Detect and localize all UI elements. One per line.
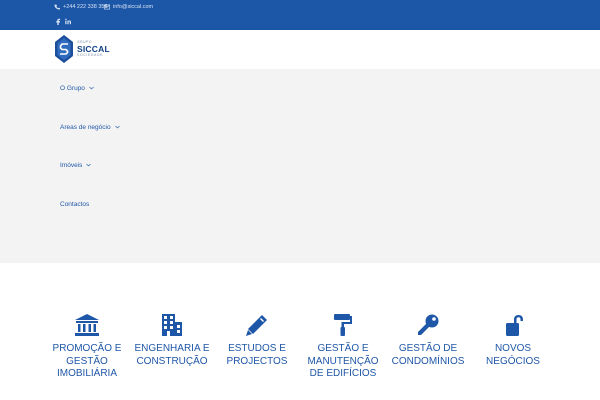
envelope-icon (104, 4, 110, 10)
nav-item-contactos[interactable]: Contactos (60, 198, 89, 210)
services-section: Promoção e Gestão Imobiliária Engenharia… (0, 263, 600, 400)
facebook-icon (56, 18, 61, 25)
service-gestao-manutencao-edificios[interactable]: Gestão e Manutenção de Edifícios (300, 314, 386, 381)
phone-contact[interactable]: +244 222 338 358 (54, 2, 108, 12)
phone-icon (54, 4, 60, 10)
siccal-logo-mark (55, 35, 73, 63)
service-engenharia-construcao[interactable]: Engenharia e Construção (129, 314, 215, 368)
nav-item-imoveis[interactable]: Imóveis (60, 159, 92, 171)
service-estudos-projectos[interactable]: Estudos e Projectos (214, 314, 300, 368)
email-address: info@siccal.com (113, 4, 154, 10)
nav-item-label: O Grupo (60, 84, 85, 92)
logo-sub-text: SOCIEDADE (77, 53, 104, 57)
unlock-icon (506, 315, 523, 336)
service-label: Novos Negócios (486, 343, 540, 367)
service-label: Estudos e Projectos (226, 343, 288, 367)
main-navigation: O Grupo Areas de negócio Imóveis Contact… (0, 69, 600, 263)
service-promocao-gestao-imobiliaria[interactable]: Promoção e Gestão Imobiliária (44, 314, 130, 381)
linkedin-icon (65, 18, 71, 24)
service-label: Engenharia e Construção (134, 343, 210, 367)
service-label: Gestão e Manutenção de Edifícios (307, 343, 379, 379)
service-gestao-condominios[interactable]: Gestão de Condomínios (385, 314, 471, 368)
nav-item-o-grupo[interactable]: O Grupo (60, 82, 94, 94)
phone-number: +244 222 338 358 (63, 4, 108, 10)
paint-roller-icon (334, 314, 352, 336)
building-icon (162, 314, 182, 336)
key-icon (418, 314, 439, 335)
site-logo[interactable]: GRUPO SICCAL SOCIEDADE (55, 34, 125, 64)
logo-wordmark: GRUPO SICCAL SOCIEDADE (77, 40, 110, 58)
top-bar: +244 222 338 358 info@siccal.com (0, 0, 600, 30)
service-label: Gestão de Condomínios (391, 343, 465, 367)
facebook-link[interactable] (55, 16, 61, 26)
service-label: Promoção e Gestão Imobiliária (52, 343, 122, 379)
chevron-down-icon (89, 86, 94, 90)
nav-item-areas-de-negocio[interactable]: Areas de negócio (60, 121, 120, 133)
linkedin-link[interactable] (65, 16, 71, 26)
nav-item-label: Contactos (60, 200, 90, 208)
email-contact[interactable]: info@siccal.com (104, 2, 153, 12)
nav-item-label: Areas de negócio (60, 123, 111, 131)
chevron-down-icon (86, 163, 92, 167)
nav-item-label: Imóveis (60, 161, 83, 169)
bank-icon (75, 314, 99, 336)
service-novos-negocios[interactable]: Novos Negócios (470, 314, 556, 368)
chevron-down-icon (114, 125, 120, 129)
logo-main-text: SICCAL (77, 43, 110, 54)
pencil-icon (246, 315, 267, 336)
